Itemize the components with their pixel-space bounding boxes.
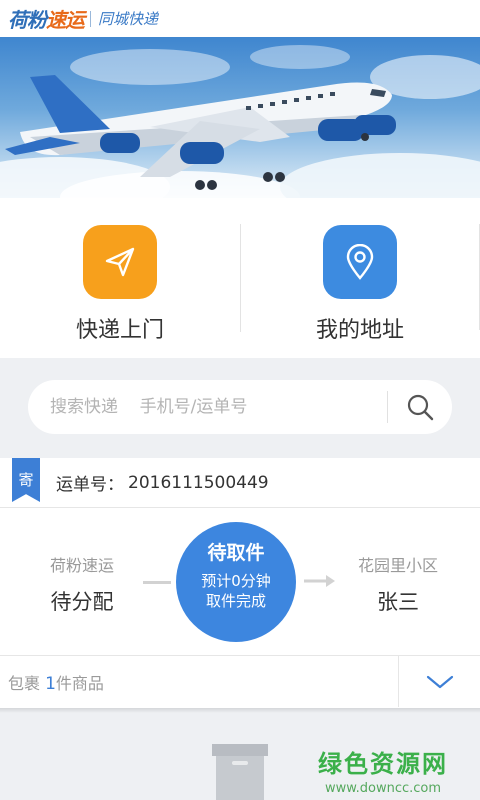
waybill-label: 运单号： xyxy=(56,475,124,495)
package-count: 1 xyxy=(45,673,56,694)
search-bar xyxy=(28,380,452,434)
location-pin-icon xyxy=(323,225,397,299)
receiver-place: 花园里小区 xyxy=(357,556,438,575)
app-logo: 荷粉速运 xyxy=(8,8,85,32)
search-input[interactable] xyxy=(28,397,387,417)
watermark-title: 绿色资源网 xyxy=(318,750,448,778)
paper-plane-icon xyxy=(83,225,157,299)
arrow-right-icon xyxy=(304,575,335,587)
card-shadow xyxy=(0,708,480,713)
action-courier-pickup[interactable]: 快递上门 xyxy=(0,198,240,358)
status-eta: 预计0分钟 xyxy=(201,572,271,590)
action-courier-pickup-label: 快递上门 xyxy=(75,318,164,343)
package-info: 包裹 1件商品 xyxy=(8,673,104,694)
package-summary: 包裹 1件商品 xyxy=(0,656,480,707)
status-badge: 待取件 预计0分钟 取件完成 xyxy=(176,522,296,642)
airplane-banner-graphic xyxy=(0,45,480,198)
sender-status: 待分配 xyxy=(50,590,114,614)
action-my-address[interactable]: 我的地址 xyxy=(240,198,480,358)
action-my-address-label: 我的地址 xyxy=(315,318,404,343)
shipment-route: 荷粉速运 待分配 待取件 预计0分钟 取件完成 花园里小区 张三 xyxy=(0,508,480,656)
app-header: 荷粉速运 同城快递 xyxy=(0,0,480,37)
shipment-card[interactable]: 寄 运单号： 2016111500449 荷粉速运 待分配 待取件 预计0分钟 … xyxy=(0,458,480,708)
search-icon xyxy=(407,394,434,421)
quick-actions: 快递上门 我的地址 xyxy=(0,198,480,358)
waybill-number: 2016111500449 xyxy=(128,472,269,493)
route-line xyxy=(143,581,171,584)
watermark-url: www.downcc.com xyxy=(324,781,442,796)
sender-name: 荷粉速运 xyxy=(49,556,114,575)
logo-divider xyxy=(90,10,91,27)
app-slogan: 同城快递 xyxy=(98,10,159,28)
send-tag: 寄 xyxy=(12,458,40,502)
status-complete: 取件完成 xyxy=(205,592,266,610)
receiver-block: 花园里小区 张三 xyxy=(338,552,458,616)
receiver-name: 张三 xyxy=(377,590,419,614)
sender-block: 荷粉速运 待分配 xyxy=(22,552,142,616)
chevron-down-icon xyxy=(426,675,453,688)
status-title: 待取件 xyxy=(207,542,265,564)
expand-button[interactable] xyxy=(398,656,480,707)
site-watermark: 绿色资源网 www.downcc.com xyxy=(318,744,448,796)
search-button[interactable] xyxy=(388,380,452,434)
waybill-row: 寄 运单号： 2016111500449 xyxy=(0,458,480,508)
empty-box-icon xyxy=(212,744,268,800)
banner-image[interactable] xyxy=(0,37,480,198)
